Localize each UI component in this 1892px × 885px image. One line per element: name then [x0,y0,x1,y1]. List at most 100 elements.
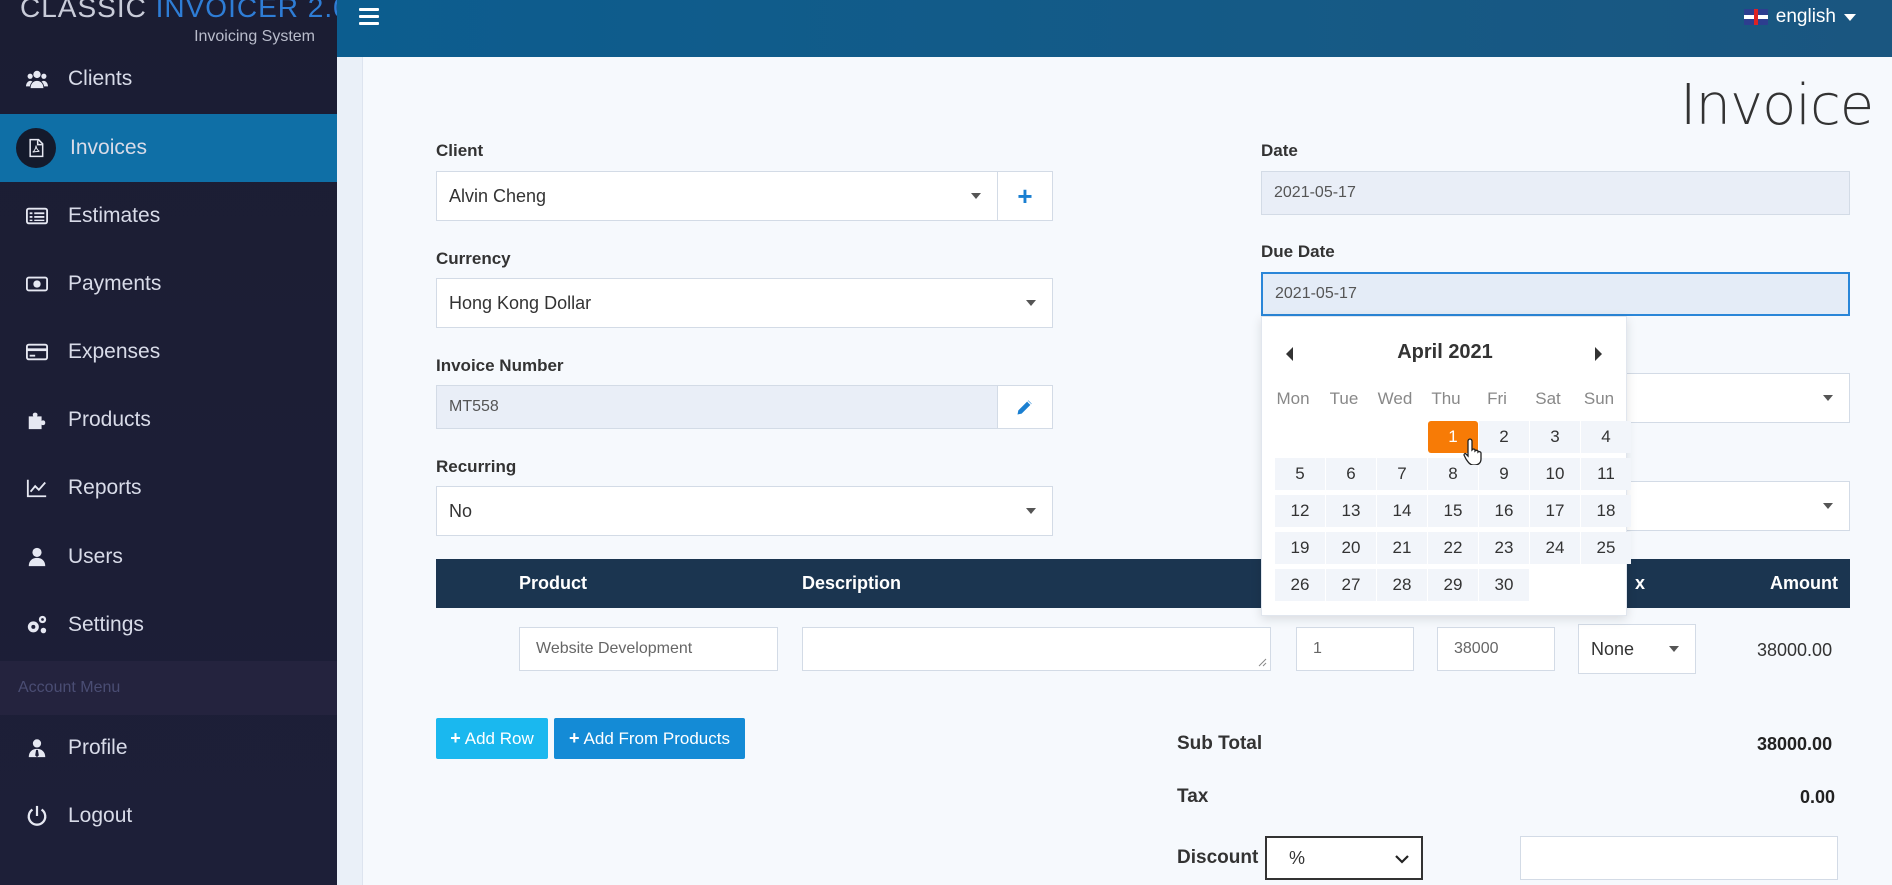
product-input-value: Website Development [536,640,693,657]
calendar-day[interactable]: 20 [1326,532,1376,564]
product-input[interactable]: Website Development [519,627,778,671]
calendar-day[interactable]: 16 [1479,495,1529,527]
calendar-day[interactable]: 17 [1530,495,1580,527]
calendar-day[interactable]: 9 [1479,458,1529,490]
items-table-header: Product Description x Amount [436,559,1850,608]
resize-handle-icon[interactable] [1257,657,1267,667]
sidebar-item-estimates[interactable]: Estimates [0,182,337,250]
add-row-button[interactable]: + Add Row [436,718,548,759]
uk-flag-icon [1743,9,1768,25]
calendar-day[interactable]: 10 [1530,458,1580,490]
sidebar-item-label: Expenses [68,340,161,363]
calendar-day[interactable]: 14 [1377,495,1427,527]
due-date-label: Due Date [1261,242,1335,261]
credit-card-icon [26,341,48,363]
calendar-day[interactable]: 7 [1377,458,1427,490]
calendar-day[interactable]: 27 [1326,569,1376,601]
calendar-day[interactable]: 30 [1479,569,1529,601]
calendar-day[interactable]: 13 [1326,495,1376,527]
sidebar-item-expenses[interactable]: Expenses [0,318,337,386]
hamburger-menu-icon[interactable] [359,8,379,26]
calendar-day[interactable]: 22 [1428,532,1478,564]
calendar-day[interactable]: 3 [1530,421,1580,453]
brand-subtitle: Invoicing System [194,28,315,45]
sidebar-item-label: Payments [68,272,162,295]
weekday-label: Fri [1487,389,1507,408]
calendar-day[interactable]: 25 [1581,532,1631,564]
due-date-value: 2021-05-17 [1275,285,1357,302]
next-month-icon[interactable] [1595,347,1602,361]
calendar-day[interactable]: 15 [1428,495,1478,527]
plus-icon: + [569,728,580,748]
add-from-products-label: Add From Products [583,728,730,748]
calendar-day[interactable]: 28 [1377,569,1427,601]
sidebar-item-label: Profile [68,736,128,759]
recurring-label: Recurring [436,457,517,476]
currency-select[interactable]: Hong Kong Dollar [436,278,1053,328]
calendar-day[interactable]: 23 [1479,532,1529,564]
language-selector[interactable]: english [1743,6,1856,28]
subtotal-value: 38000.00 [1757,734,1833,754]
tax-select[interactable]: None [1578,624,1696,674]
calendar-day[interactable]: 19 [1275,532,1325,564]
quantity-input[interactable]: 1 [1296,627,1414,671]
weekday-label: Mon [1276,389,1310,408]
recurring-select[interactable]: No [436,486,1053,536]
calendar-day[interactable]: 24 [1530,532,1580,564]
template-select[interactable] [1600,481,1850,531]
line-chart-icon [26,477,48,499]
calendar-day[interactable]: 6 [1326,458,1376,490]
calendar-day[interactable]: 26 [1275,569,1325,601]
add-from-products-button[interactable]: + Add From Products [554,718,745,759]
calendar-day[interactable]: 2 [1479,421,1529,453]
gears-icon [26,614,48,636]
sidebar-item-clients[interactable]: Clients [0,45,337,113]
sidebar-item-invoices[interactable]: Invoices [0,114,337,182]
weekday-label: Wed [1377,389,1413,408]
subtotal-label: Sub Total [1177,733,1263,754]
add-client-button[interactable]: + [997,171,1053,221]
recurring-select-value: No [449,500,473,521]
price-value: 38000 [1454,640,1499,657]
date-field[interactable]: 2021-05-17 [1261,171,1850,215]
weekday-label: Sun [1583,389,1615,408]
sidebar-item-profile[interactable]: Profile [0,714,337,782]
row-amount: 38000.00 [1757,640,1833,660]
discount-amount-input[interactable] [1520,836,1838,880]
sidebar-item-logout[interactable]: Logout [0,782,337,850]
status-select[interactable] [1600,373,1850,423]
discount-label: Discount [1177,847,1259,868]
chevron-down-icon [1026,508,1036,514]
brand-accent: INVOICER 2.0 [155,0,350,23]
discount-type-select[interactable]: % [1265,836,1423,880]
weekday-label: Thu [1431,389,1461,408]
client-select[interactable]: Alvin Cheng [436,171,998,221]
calendar-day[interactable]: 4 [1581,421,1631,453]
calendar-day[interactable]: 21 [1377,532,1427,564]
invoice-number-field[interactable]: MT558 [436,385,998,429]
client-label: Client [436,141,484,160]
calendar-month: April [1397,341,1443,363]
date-value: 2021-05-17 [1274,184,1356,201]
date-picker-popup: April 2021 Mon Tue Wed Thu Fri Sat Sun 1 2 3 4 5 6 7 8… [1261,316,1631,616]
calendar-day[interactable]: 12 [1275,495,1325,527]
calendar-day[interactable]: 29 [1428,569,1478,601]
due-date-field[interactable]: 2021-05-17 [1261,272,1850,316]
tax-value: 0.00 [1800,787,1836,807]
invoice-number-value: MT558 [449,398,499,415]
calendar-day[interactable]: 18 [1581,495,1631,527]
description-textarea[interactable] [802,627,1271,671]
edit-invoice-number-button[interactable] [997,385,1053,429]
sidebar-item-payments[interactable]: Payments [0,250,337,318]
sidebar-item-reports[interactable]: Reports [0,454,337,522]
header-product: Product [519,573,588,593]
sidebar-item-products[interactable]: Products [0,386,337,454]
brand-main: CLASSIC [20,0,147,23]
calendar-day[interactable]: 11 [1581,458,1631,490]
sidebar-item-label: Products [68,408,151,431]
chevron-down-icon [1823,503,1833,509]
price-input[interactable]: 38000 [1437,627,1555,671]
calendar-day[interactable]: 5 [1275,458,1325,490]
sidebar-item-settings[interactable]: Settings [0,591,337,659]
sidebar-item-users[interactable]: Users [0,523,337,591]
